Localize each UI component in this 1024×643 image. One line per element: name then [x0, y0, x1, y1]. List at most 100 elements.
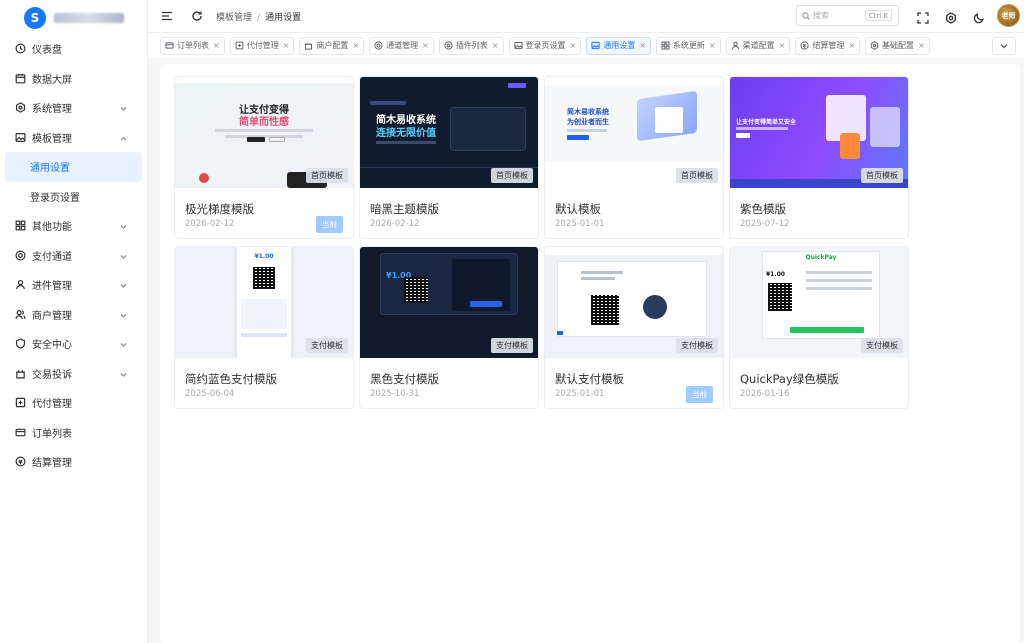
sidebar-item-13[interactable]: 订单列表	[0, 418, 147, 448]
tab-10[interactable]: 基础配置 ×	[865, 36, 930, 55]
tab-9[interactable]: 结算管理 ×	[795, 36, 861, 55]
template-type-badge: 首页模板	[861, 168, 903, 183]
avatar[interactable]: 老师	[997, 4, 1020, 27]
template-date: 2025-10-31	[370, 389, 420, 399]
close-icon[interactable]: ×	[709, 41, 716, 50]
complaint-icon	[304, 41, 313, 50]
shortcut-badge: Ctrl K	[864, 10, 892, 21]
current-badge: 当前	[686, 386, 713, 403]
template-thumbnail[interactable]: 支付模板	[545, 247, 723, 358]
grid-icon	[14, 220, 26, 232]
settle-icon	[800, 41, 809, 50]
top-bar: 模板管理 / 通用设置 搜索 Ctrl K 老师	[148, 0, 1024, 32]
close-icon[interactable]: ×	[213, 41, 220, 50]
template-thumbnail[interactable]: ¥1.00 支付模板	[175, 247, 353, 358]
tab-3[interactable]: 通道管理 ×	[369, 36, 434, 55]
sidebar-item-0[interactable]: 仪表盘	[0, 34, 147, 64]
search-input[interactable]: 搜索 Ctrl K	[796, 5, 899, 26]
close-icon[interactable]: ×	[492, 41, 499, 50]
tab-8[interactable]: 渠道配置 ×	[725, 36, 791, 55]
tab-label: 结算管理	[812, 41, 845, 50]
sidebar-item-12[interactable]: 代付管理	[0, 388, 147, 418]
image-icon	[513, 41, 523, 50]
close-icon[interactable]: ×	[779, 41, 786, 50]
sidebar-item-label: 交易投诉	[32, 369, 72, 381]
tab-label: 插件列表	[455, 41, 488, 50]
sidebar-item-14[interactable]: 结算管理	[0, 447, 147, 477]
close-icon[interactable]: ×	[283, 41, 290, 50]
template-thumbnail[interactable]: ¥1.00 支付模板	[360, 247, 538, 358]
close-icon[interactable]: ×	[848, 41, 855, 50]
breadcrumb: 模板管理 / 通用设置	[216, 12, 302, 23]
sidebar-item-11[interactable]: 交易投诉	[0, 359, 147, 389]
grid-icon	[661, 41, 670, 50]
sidebar-item-6[interactable]: 其他功能	[0, 211, 147, 241]
sidebar-item-label: 商户管理	[32, 310, 72, 322]
logo-icon: S	[24, 7, 46, 29]
template-thumbnail[interactable]: QuickPay ¥1.00 支付模板	[730, 247, 908, 358]
template-card[interactable]: 简木易收系统 为创业者而生 首页模板 默认模板 2025-01-01	[544, 76, 724, 239]
tabs-more-button[interactable]	[992, 37, 1016, 55]
menu-toggle-icon[interactable]	[160, 9, 174, 23]
template-card[interactable]: 支付模板 默认支付模板 2025-01-01 当前	[544, 246, 724, 409]
sidebar-item-5[interactable]: 登录页设置	[0, 182, 147, 212]
sidebar-item-label: 支付通道	[32, 251, 72, 263]
template-name: 极光梯度模版	[185, 202, 254, 216]
logo[interactable]: S	[0, 2, 147, 34]
close-icon[interactable]: ×	[918, 41, 925, 50]
template-card[interactable]: 让支付变得 简单而性感 首页模板 极光梯度模版 2026-02-12 当前	[174, 76, 354, 239]
refresh-icon[interactable]	[190, 9, 204, 23]
template-card[interactable]: ¥1.00 支付模板 简约蓝色支付模版 2025-06-04	[174, 246, 354, 409]
sidebar-item-8[interactable]: 进件管理	[0, 270, 147, 300]
tab-label: 登录页设置	[525, 41, 566, 50]
tab-2[interactable]: 商户配置 ×	[299, 36, 365, 55]
template-type-badge: 支付模板	[491, 338, 533, 353]
tab-label: 商户配置	[316, 41, 349, 50]
template-date: 2025-01-01	[555, 219, 605, 229]
sidebar-item-3[interactable]: 模板管理	[0, 123, 147, 153]
template-card[interactable]: QuickPay ¥1.00 支付模板 QuickPay绿色模版 2026-01-16	[729, 246, 909, 409]
settings-gear-icon[interactable]	[945, 9, 959, 24]
fullscreen-icon[interactable]	[917, 9, 931, 24]
sidebar-item-7[interactable]: 支付通道	[0, 241, 147, 271]
template-date: 2026-02-12	[185, 219, 235, 229]
tab-6[interactable]: 通用设置 ×	[586, 36, 651, 55]
template-name: 暗黑主题模版	[370, 202, 439, 216]
template-date: 2025-06-04	[185, 389, 235, 399]
sidebar-item-9[interactable]: 商户管理	[0, 300, 147, 330]
tab-5[interactable]: 登录页设置 ×	[508, 36, 582, 55]
template-thumbnail[interactable]: 让支付变得 简单而性感 首页模板	[175, 77, 353, 188]
template-card[interactable]: ¥1.00 支付模板 黑色支付模版 2025-10-31	[359, 246, 539, 409]
template-thumbnail[interactable]: 简木易收系统 为创业者而生 首页模板	[545, 77, 723, 188]
template-card[interactable]: 让支付变得简单又安全 首页模板 紫色模版 2025-07-12	[729, 76, 909, 239]
card-icon	[14, 426, 26, 438]
user-icon	[14, 279, 26, 291]
sidebar-item-label: 其他功能	[32, 222, 72, 234]
dark-mode-moon-icon[interactable]	[973, 9, 987, 24]
sidebar-item-4[interactable]: 通用设置	[5, 152, 142, 182]
transfer-icon	[14, 397, 26, 409]
tab-7[interactable]: 系统更新 ×	[655, 36, 721, 55]
template-thumbnail[interactable]: 让支付变得简单又安全 首页模板	[730, 77, 908, 188]
template-card[interactable]: 简木易收系统 连接无限价值 首页模板 暗黑主题模版 2026-02-12	[359, 76, 539, 239]
sidebar-item-1[interactable]: 数据大屏	[0, 64, 147, 94]
template-name: 默认支付模板	[555, 372, 624, 386]
breadcrumb-item[interactable]: 模板管理	[216, 13, 252, 23]
tab-1[interactable]: 代付管理 ×	[229, 36, 295, 55]
template-name: 紫色模版	[740, 202, 786, 216]
sidebar-item-2[interactable]: 系统管理	[0, 93, 147, 123]
tab-4[interactable]: 插件列表 ×	[438, 36, 504, 55]
close-icon[interactable]: ×	[570, 41, 577, 50]
close-icon[interactable]: ×	[639, 41, 646, 50]
sidebar-item-10[interactable]: 安全中心	[0, 329, 147, 359]
tab-label: 通道管理	[386, 41, 419, 50]
tab-0[interactable]: 订单列表 ×	[160, 36, 225, 55]
sidebar-item-label: 订单列表	[32, 428, 72, 440]
chevron-down-icon	[120, 340, 127, 347]
close-icon[interactable]: ×	[422, 41, 429, 50]
template-type-badge: 首页模板	[491, 168, 533, 183]
tab-label: 系统更新	[672, 41, 705, 50]
template-thumbnail[interactable]: 简木易收系统 连接无限价值 首页模板	[360, 77, 538, 188]
calendar-icon	[14, 72, 26, 84]
close-icon[interactable]: ×	[352, 41, 359, 50]
